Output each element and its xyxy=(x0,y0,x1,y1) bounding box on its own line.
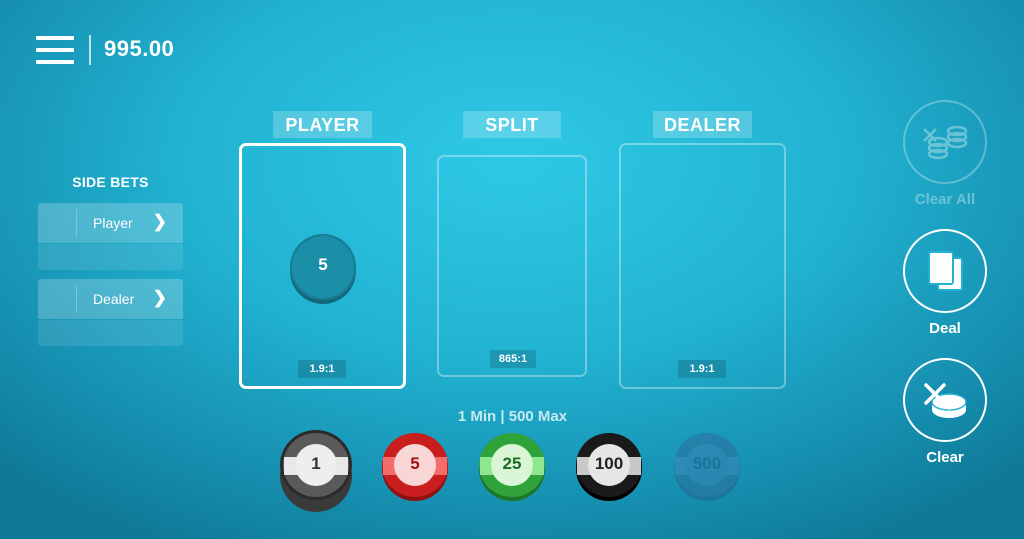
chips-stack-x-icon xyxy=(923,125,968,160)
clear-label: Clear xyxy=(926,449,964,466)
deal-button[interactable] xyxy=(903,229,987,313)
side-bet-player-button[interactable]: Player ❯ xyxy=(38,203,183,243)
split-odds: 865:1 xyxy=(490,350,536,368)
side-bet-divider xyxy=(76,209,77,237)
chip-value: 500 xyxy=(692,454,722,473)
clear-all-button[interactable] xyxy=(903,100,987,184)
chevron-right-icon: ❯ xyxy=(152,212,167,231)
chip-5[interactable]: 5 xyxy=(382,433,448,501)
chip-1[interactable]: 1 xyxy=(280,433,352,512)
cards-icon xyxy=(928,251,963,291)
chip-value: 25 xyxy=(502,454,522,473)
chip-value: 5 xyxy=(410,454,420,473)
side-bet-divider xyxy=(76,285,77,313)
player-odds: 1.9:1 xyxy=(298,360,346,378)
chip-100[interactable]: 100 xyxy=(576,433,642,501)
clear-all-label: Clear All xyxy=(914,191,976,208)
chip-x-icon xyxy=(924,383,967,418)
player-area-label: PLAYER xyxy=(273,111,372,138)
split-area-label: SPLIT xyxy=(463,111,561,138)
balance: 995.00 xyxy=(104,36,175,61)
chip-value: 1 xyxy=(311,454,321,473)
side-bets-title: SIDE BETS xyxy=(72,174,149,190)
chip-500[interactable]: 500 xyxy=(674,433,740,501)
placed-chip[interactable]: 5 xyxy=(290,234,356,300)
dealer-odds: 1.9:1 xyxy=(678,360,726,378)
split-bet-area[interactable] xyxy=(437,155,587,377)
dealer-bet-area[interactable] xyxy=(619,143,786,389)
side-bet-label: Player xyxy=(93,215,133,231)
chevron-right-icon: ❯ xyxy=(152,288,167,307)
side-bet-player-panel xyxy=(38,244,183,270)
table-limits: 1 Min | 500 Max xyxy=(457,408,568,425)
side-bet-dealer-button[interactable]: Dealer ❯ xyxy=(38,279,183,319)
deal-label: Deal xyxy=(929,320,961,337)
menu-icon[interactable] xyxy=(36,36,74,64)
header-divider xyxy=(89,35,91,65)
dealer-area-label: DEALER xyxy=(653,111,752,138)
chip-25[interactable]: 25 xyxy=(479,433,545,501)
clear-button[interactable] xyxy=(903,358,987,442)
side-bet-label: Dealer xyxy=(93,291,135,307)
side-bet-dealer-panel xyxy=(38,320,183,346)
chip-value: 100 xyxy=(594,454,624,473)
